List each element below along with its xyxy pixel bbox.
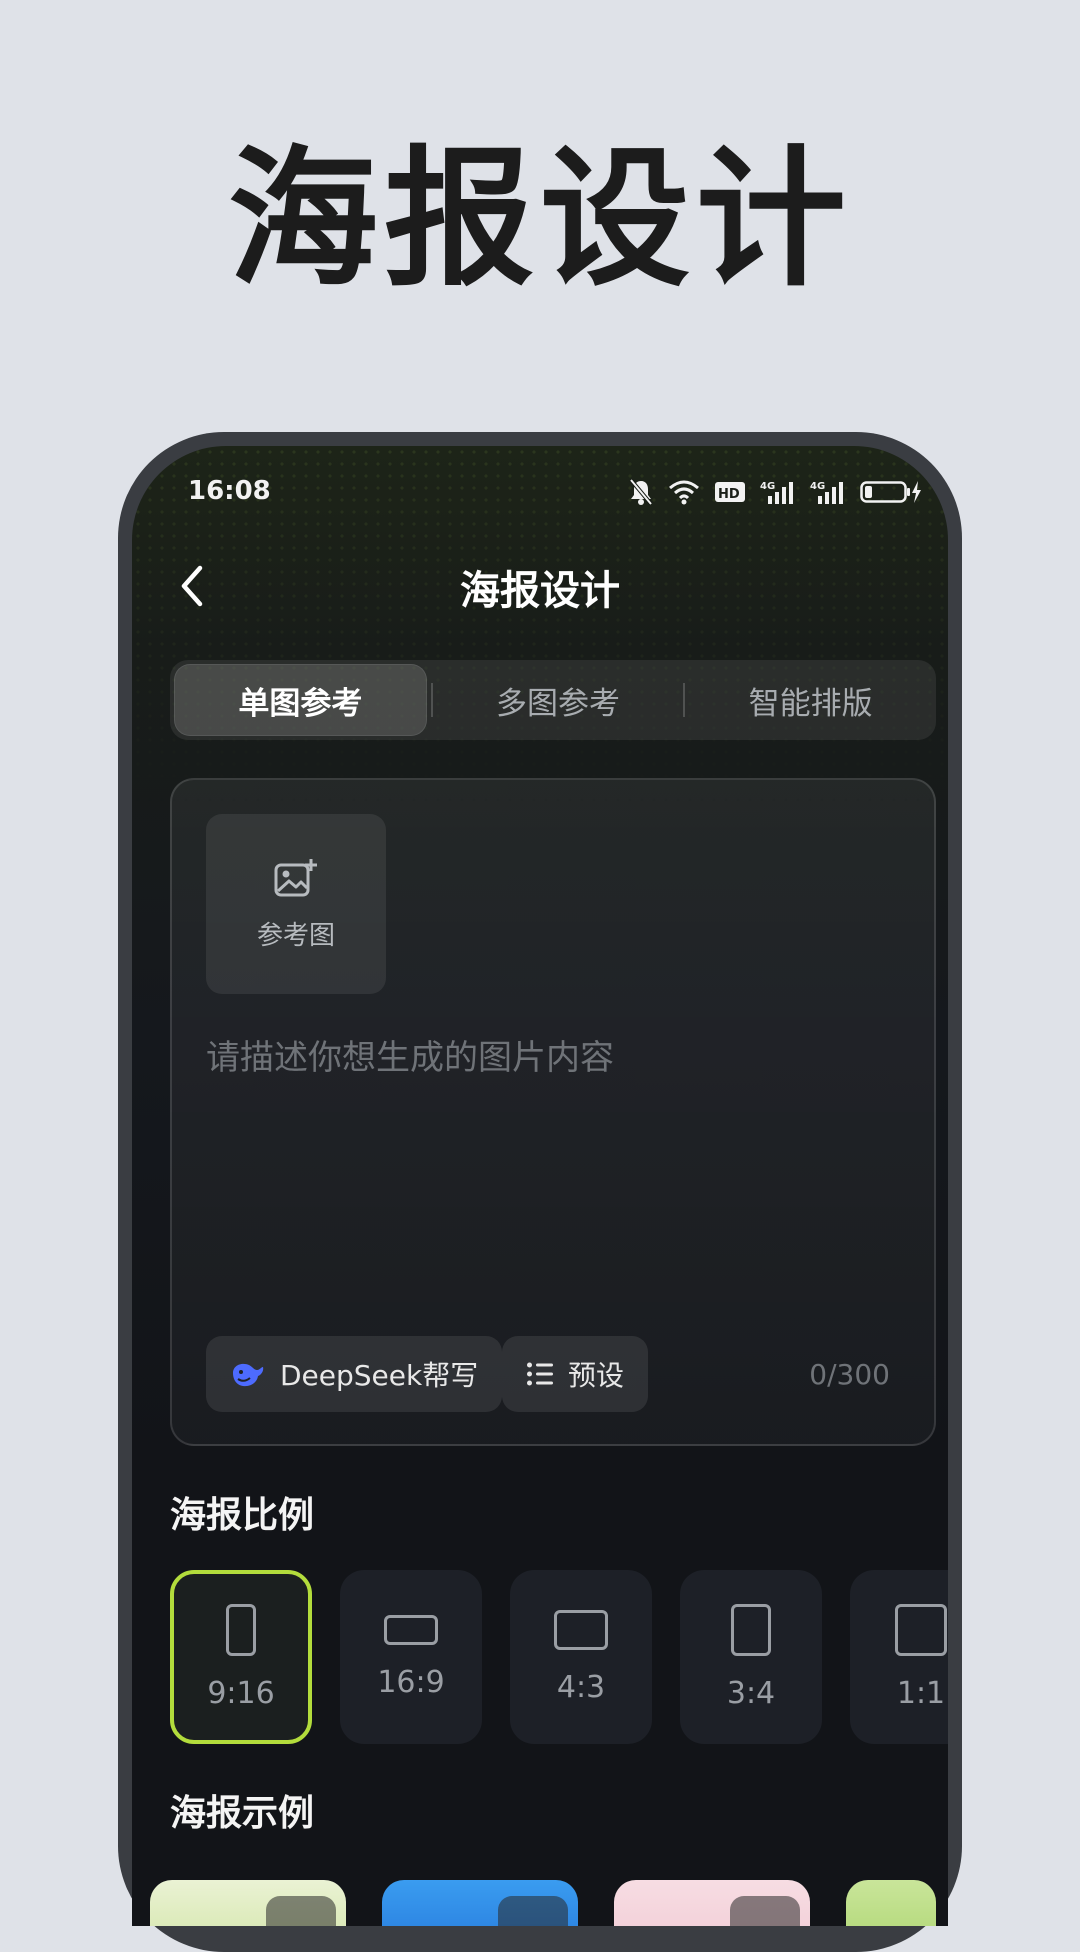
tab-multi-reference[interactable]: 多图参考 — [433, 660, 684, 740]
poster-examples — [150, 1880, 936, 1926]
ratio-label: 4:3 — [556, 1669, 606, 1705]
status-icons: HD 4G 4G — [628, 476, 922, 508]
svg-text:HD: HD — [718, 487, 740, 502]
landscape-ratio-icon — [554, 1609, 608, 1650]
ratio-option-9-16[interactable]: 9:16 — [170, 1570, 312, 1744]
ratio-option-3-4[interactable]: 3:4 — [680, 1570, 822, 1744]
landscape-ratio-icon — [384, 1614, 438, 1645]
ratio-option-4-3[interactable]: 4:3 — [510, 1570, 652, 1744]
example-badge — [498, 1896, 568, 1926]
promo-headline: 海报设计 — [227, 133, 852, 307]
char-counter: 0/300 — [809, 1358, 890, 1391]
poster-example-card[interactable] — [846, 1880, 936, 1926]
reference-image-upload[interactable]: 参考图 — [206, 814, 386, 994]
list-icon — [527, 1362, 553, 1386]
phone-screen: 16:08 HD 4G 4G 海报设计 单图参考 多图参考 智能排版 参考图 请… — [132, 446, 948, 1926]
poster-example-card[interactable] — [614, 1880, 810, 1926]
signal-4g-icon-2: 4G — [810, 481, 843, 504]
square-ratio-icon — [895, 1603, 947, 1656]
portrait-ratio-icon — [731, 1603, 771, 1656]
portrait-ratio-icon — [226, 1603, 256, 1656]
hd-icon: HD — [715, 482, 745, 502]
poster-example-card[interactable] — [382, 1880, 578, 1926]
examples-section-title: 海报示例 — [170, 1793, 315, 1834]
poster-example-card[interactable] — [150, 1880, 346, 1926]
tab-single-reference[interactable]: 单图参考 — [174, 664, 427, 736]
deepseek-write-button[interactable]: DeepSeek帮写 — [206, 1336, 503, 1412]
mode-tabs: 单图参考 多图参考 智能排版 — [170, 660, 936, 740]
deepseek-whale-icon — [233, 1363, 264, 1387]
svg-text:4G: 4G — [810, 481, 825, 492]
reference-image-label: 参考图 — [256, 920, 335, 951]
add-image-icon — [274, 858, 317, 896]
ratio-label: 16:9 — [377, 1664, 445, 1700]
battery-charging-icon — [860, 481, 921, 503]
example-badge — [730, 1896, 800, 1926]
page-title: 海报设计 — [460, 568, 620, 614]
preset-label: 预设 — [568, 1359, 625, 1392]
ratio-label: 9:16 — [207, 1675, 275, 1711]
status-time: 16:08 — [188, 476, 271, 506]
ratio-label: 3:4 — [726, 1675, 776, 1711]
ratio-section-title: 海报比例 — [170, 1495, 315, 1536]
ratio-option-16-9[interactable]: 16:9 — [340, 1570, 482, 1744]
prompt-card: 参考图 DeepSeek帮写 预设 0/300 — [170, 778, 936, 1446]
mute-bell-icon — [629, 478, 653, 506]
example-badge — [266, 1896, 336, 1926]
ratio-label: 1:1 — [896, 1675, 946, 1711]
signal-4g-icon: 4G — [760, 481, 793, 504]
deepseek-write-label: DeepSeek帮写 — [280, 1359, 479, 1392]
preset-button[interactable]: 预设 — [502, 1336, 649, 1412]
prompt-input[interactable] — [206, 1030, 906, 1330]
ratio-option-1-1[interactable]: 1:1 — [850, 1570, 948, 1744]
tab-smart-layout[interactable]: 智能排版 — [685, 660, 936, 740]
wifi-icon — [669, 480, 699, 505]
svg-text:4G: 4G — [760, 481, 775, 492]
ratio-options: 9:16 16:9 4:3 3:4 1:1 — [170, 1570, 948, 1744]
